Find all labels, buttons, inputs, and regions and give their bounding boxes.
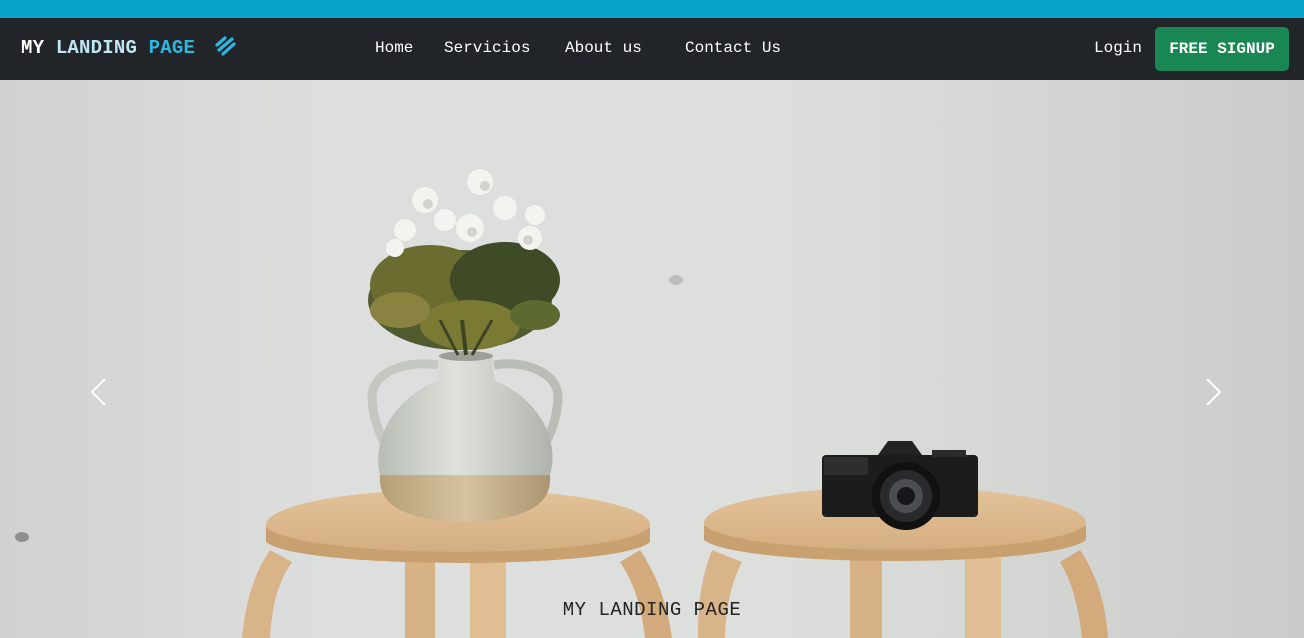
top-accent-strip <box>0 0 1304 18</box>
nav-servicios[interactable]: Servicios <box>444 39 530 57</box>
brand-word-1: MY <box>21 37 45 59</box>
brand-logo[interactable]: MY LANDING PAGE <box>21 36 237 60</box>
chevron-left-icon <box>90 378 106 406</box>
carousel-next-button[interactable] <box>1198 377 1228 407</box>
hero-carousel: MY LANDING PAGE <box>0 80 1304 638</box>
nav-home[interactable]: Home <box>375 39 413 57</box>
free-signup-button[interactable]: FREE SIGNUP <box>1155 27 1289 71</box>
carousel-caption: MY LANDING PAGE <box>562 599 742 621</box>
navbar: MY LANDING PAGE Home Servicios About us … <box>0 18 1304 80</box>
brand-word-2: LANDING <box>55 37 138 59</box>
carousel-prev-button[interactable] <box>84 377 114 407</box>
nav-about-us[interactable]: About us <box>565 39 642 57</box>
brand-word-3: PAGE <box>148 37 196 59</box>
login-link[interactable]: Login <box>1094 39 1142 57</box>
carousel-slide-image <box>0 80 1304 638</box>
nav-contact-us[interactable]: Contact Us <box>685 39 781 57</box>
squarespace-icon <box>213 36 237 62</box>
chevron-right-icon <box>1206 378 1222 406</box>
